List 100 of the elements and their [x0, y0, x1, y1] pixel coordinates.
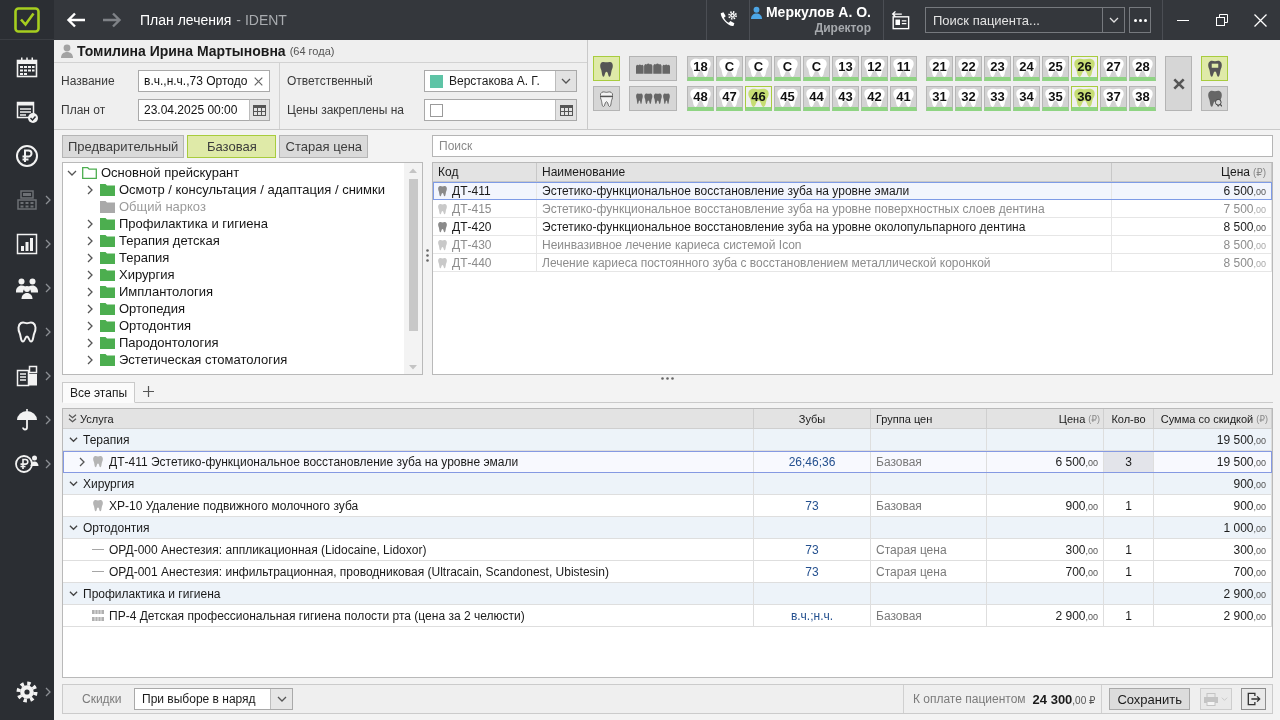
- calendar-icon[interactable]: [15, 56, 39, 80]
- tooth-button[interactable]: 22: [955, 56, 982, 81]
- tooth-button[interactable]: 12: [861, 56, 888, 81]
- chevron-down-icon[interactable]: [69, 589, 78, 598]
- tooth-button[interactable]: 42: [861, 86, 888, 111]
- chevron-right-icon[interactable]: [85, 354, 95, 365]
- group-row[interactable]: Ортодонтия 1 000,00: [63, 517, 1272, 539]
- tooth-button[interactable]: С: [803, 56, 830, 81]
- tooth-button[interactable]: 47: [716, 86, 743, 111]
- date-field[interactable]: [424, 99, 577, 121]
- chevron-down-icon[interactable]: [69, 479, 78, 488]
- column-header[interactable]: Цена (₽): [1112, 163, 1272, 181]
- column-header[interactable]: Сумма со скидкой (₽): [1154, 409, 1272, 428]
- chevron-right-icon[interactable]: [45, 327, 51, 337]
- tree-item[interactable]: Терапия: [119, 250, 170, 265]
- discount-dropdown[interactable]: При выборе в наряд: [134, 688, 293, 710]
- splitter-handle-icon[interactable]: [426, 248, 429, 262]
- tooth-icon[interactable]: [15, 320, 39, 344]
- add-icon[interactable]: [143, 386, 155, 397]
- table-row[interactable]: ДТ-411 Эстетико-функциональное восстановление зуба на уровне эмали 26;46;36 Базовая 6 500,00 3 19 500,00: [63, 451, 1272, 473]
- user-name[interactable]: Меркулов А. О.: [765, 4, 871, 21]
- tooth-button[interactable]: 36: [1071, 86, 1098, 111]
- tooth-button[interactable]: 37: [1100, 86, 1127, 111]
- search-field[interactable]: Поиск: [432, 135, 1273, 157]
- group-row[interactable]: Хирургия 900,00: [63, 473, 1272, 495]
- tooth-button[interactable]: 25: [1042, 56, 1069, 81]
- group-row[interactable]: Терапия 19 500,00: [63, 429, 1272, 451]
- tree-item[interactable]: Пародонтология: [119, 335, 219, 350]
- price-tab[interactable]: Старая цена: [279, 135, 369, 158]
- column-header[interactable]: Код: [433, 163, 537, 181]
- tooth-button[interactable]: 43: [832, 86, 859, 111]
- tree-item[interactable]: Осмотр / консультация / адаптация / снимки: [119, 182, 385, 197]
- tooth-button[interactable]: С: [745, 56, 772, 81]
- chevron-right-icon[interactable]: [85, 235, 95, 246]
- collapse-all-icon[interactable]: [68, 414, 77, 423]
- splitter-handle-icon[interactable]: [661, 377, 674, 380]
- schedule-list-icon[interactable]: [15, 100, 39, 124]
- chevron-right-icon[interactable]: [45, 239, 51, 249]
- ruble-coin-icon[interactable]: [15, 144, 39, 168]
- jaw-button[interactable]: [629, 86, 677, 111]
- save-button[interactable]: Сохранить: [1109, 688, 1190, 710]
- chevron-right-icon[interactable]: [45, 371, 51, 381]
- chevron-right-icon[interactable]: [45, 687, 51, 697]
- dots-icon[interactable]: [1133, 18, 1147, 22]
- date-field[interactable]: 23.04.2025 00:00: [138, 99, 249, 121]
- tree-item[interactable]: Основной прейскурант: [101, 165, 240, 180]
- chevron-right-icon[interactable]: [85, 184, 95, 195]
- tooth-button[interactable]: 48: [687, 86, 714, 111]
- chevron-right-icon[interactable]: [79, 456, 85, 467]
- tooth-button[interactable]: 24: [1013, 56, 1040, 81]
- price-tab[interactable]: Предварительный: [62, 135, 185, 158]
- stage-tab[interactable]: Все этапы: [62, 382, 136, 403]
- tree-item[interactable]: Хирургия: [119, 267, 175, 282]
- tooth-button[interactable]: 32: [955, 86, 982, 111]
- tooth-button[interactable]: 11: [890, 56, 917, 81]
- table-row[interactable]: ДТ-411 Эстетико-функциональное восстановление зуба на уровне эмали 6 500,00: [433, 182, 1272, 200]
- tool-button[interactable]: [1201, 86, 1228, 111]
- patient-search-field[interactable]: Поиск пациента...: [925, 7, 1102, 33]
- chevron-right-icon[interactable]: [85, 269, 95, 280]
- scrollbar-thumb[interactable]: [408, 179, 418, 331]
- table-cell[interactable]: 1: [1125, 498, 1132, 513]
- responsible-dropdown[interactable]: Верстакова А. Г.: [424, 70, 577, 92]
- tooth-button[interactable]: 18: [687, 56, 714, 81]
- people-icon[interactable]: [15, 276, 39, 300]
- tooth-button[interactable]: 38: [1129, 86, 1156, 111]
- tooth-button[interactable]: 13: [832, 56, 859, 81]
- tooth-button[interactable]: 41: [890, 86, 917, 111]
- chevron-down-icon[interactable]: [69, 435, 78, 444]
- chevron-right-icon[interactable]: [85, 252, 95, 263]
- tooth-button[interactable]: С: [716, 56, 743, 81]
- checkbox[interactable]: [430, 103, 443, 117]
- calendar-button[interactable]: [555, 100, 576, 120]
- tree-item[interactable]: Ортопедия: [119, 301, 185, 316]
- tooth-button[interactable]: 27: [1100, 56, 1127, 81]
- tooth-button[interactable]: 21: [926, 56, 953, 81]
- column-header[interactable]: Наименование: [537, 163, 1112, 181]
- column-header[interactable]: Цена (₽): [987, 409, 1104, 428]
- column-header[interactable]: Зубы: [754, 409, 871, 428]
- tooth-button[interactable]: 46: [745, 86, 772, 111]
- tooth-button[interactable]: 26: [1071, 56, 1098, 81]
- tool-button[interactable]: [1201, 56, 1228, 81]
- settings-icon[interactable]: [15, 680, 39, 704]
- table-cell[interactable]: 3: [1125, 454, 1132, 469]
- calendar-button[interactable]: [249, 99, 270, 121]
- table-row[interactable]: ОРД-000 Анестезия: аппликационная (Lidocaine, Lidoxor) 73 Старая цена 300,00 1 300,00: [63, 539, 1272, 561]
- clear-icon[interactable]: [254, 76, 263, 86]
- chevron-down-icon[interactable]: [276, 696, 287, 702]
- chevron-right-icon[interactable]: [85, 337, 95, 348]
- table-row[interactable]: ДТ-420 Эстетико-функциональное восстановление зуба на уровне околопульпарного дентина 8 500,00: [433, 218, 1272, 236]
- tooth-mode-button[interactable]: [593, 86, 620, 111]
- chevron-right-icon[interactable]: [45, 459, 51, 469]
- tooth-button[interactable]: 28: [1129, 56, 1156, 81]
- tooth-button[interactable]: 45: [774, 86, 801, 111]
- chevron-right-icon[interactable]: [45, 283, 51, 293]
- documents-icon[interactable]: [15, 364, 39, 388]
- chevron-down-icon[interactable]: [561, 78, 571, 84]
- tooth-button[interactable]: 34: [1013, 86, 1040, 111]
- tree-item[interactable]: Имплантология: [119, 284, 214, 299]
- tree-item[interactable]: Профилактика и гигиена: [119, 216, 268, 231]
- tooth-mode-button[interactable]: [593, 56, 620, 81]
